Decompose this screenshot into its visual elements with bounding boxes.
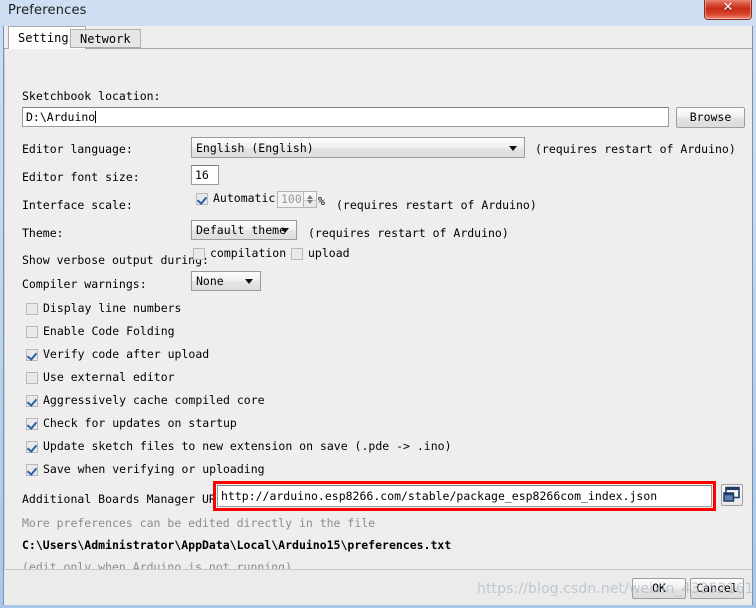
interface-scale-percent-stepper[interactable]: 100 <box>277 191 317 208</box>
sketchbook-location-label: Sketchbook location: <box>22 89 161 103</box>
cancel-button[interactable]: Cancel <box>690 578 744 599</box>
chevron-down-icon <box>281 228 289 233</box>
checkbox-box-icon <box>26 464 38 476</box>
checkbox-label: Enable Code Folding <box>43 324 175 338</box>
editor-language-value: English (English) <box>196 141 314 155</box>
interface-scale-automatic-label: Automatic <box>213 191 276 205</box>
close-icon: ✕ <box>722 0 734 15</box>
checkbox-box-icon <box>193 248 205 260</box>
stepper-up-icon[interactable] <box>307 195 313 199</box>
dialog-button-bar: OK Cancel <box>4 569 752 605</box>
editor-language-note: (requires restart of Arduino) <box>535 142 736 156</box>
checkbox-box-icon <box>26 349 38 361</box>
theme-value: Default theme <box>196 223 287 237</box>
preferences-window: Preferences ✕ Settings Network Sketchboo… <box>0 0 756 608</box>
close-button[interactable]: ✕ <box>704 0 752 20</box>
interface-scale-label: Interface scale: <box>22 198 133 212</box>
checkbox-box-icon <box>26 326 38 338</box>
checkbox-label: Verify code after upload <box>43 347 210 361</box>
checkbox-label: Update sketch files to new extension on … <box>43 439 452 453</box>
editor-font-size-input[interactable]: 16 <box>191 165 219 185</box>
settings-panel: Sketchbook location: D:\Arduino Browse E… <box>4 49 752 574</box>
compiler-warnings-value: None <box>196 274 224 288</box>
stepper-buttons[interactable] <box>303 192 316 207</box>
theme-label: Theme: <box>22 226 64 240</box>
theme-note: (requires restart of Arduino) <box>308 226 509 240</box>
verbose-compilation-label: compilation <box>210 246 287 260</box>
footer-line-1: More preferences can be edited directly … <box>22 516 376 530</box>
verbose-output-label: Show verbose output during: <box>22 253 209 267</box>
sketchbook-location-input[interactable]: D:\Arduino <box>22 107 669 127</box>
footer-preferences-path: C:\Users\Administrator\AppData\Local\Ard… <box>22 538 452 552</box>
compiler-warnings-select[interactable]: None <box>191 271 261 291</box>
checkbox-box-icon <box>26 395 38 407</box>
chevron-down-icon <box>509 145 517 151</box>
checkbox-box-icon <box>26 441 38 453</box>
window-edit-icon <box>723 486 740 502</box>
checkbox-box-icon <box>26 372 38 384</box>
checkbox-label: Save when verifying or uploading <box>43 462 265 476</box>
window-body: Settings Network Sketchbook location: D:… <box>3 26 753 605</box>
compiler-warnings-label: Compiler warnings: <box>22 277 147 291</box>
stepper-down-icon[interactable] <box>307 200 313 204</box>
sketchbook-location-value: D:\Arduino <box>26 110 96 124</box>
ok-button[interactable]: OK <box>632 578 686 599</box>
checkbox-label: Display line numbers <box>43 301 182 315</box>
text-caret <box>95 111 97 123</box>
checkbox-box-icon <box>26 418 38 430</box>
verbose-upload-label: upload <box>308 246 350 260</box>
checkbox-label: Check for updates on startup <box>43 416 237 430</box>
tab-network[interactable]: Network <box>70 29 141 48</box>
checkbox-box-icon <box>196 193 208 205</box>
interface-scale-note: (requires restart of Arduino) <box>336 198 537 212</box>
window-edit-icon-button[interactable] <box>721 484 743 506</box>
window-title: Preferences <box>8 3 87 18</box>
boards-manager-urls-input[interactable]: http://arduino.esp8266.com/stable/packag… <box>217 485 712 507</box>
chevron-down-icon <box>245 279 253 284</box>
title-bar: Preferences ✕ <box>0 0 756 26</box>
percent-symbol: % <box>318 194 325 208</box>
checkbox-label: Aggressively cache compiled core <box>43 393 265 407</box>
checkbox-label: Use external editor <box>43 370 175 384</box>
interface-scale-percent-value: 100 <box>281 192 302 206</box>
editor-font-size-label: Editor font size: <box>22 170 140 184</box>
checkbox-box-icon <box>291 248 303 260</box>
theme-select[interactable]: Default theme <box>191 220 297 240</box>
editor-language-select[interactable]: English (English) <box>191 137 525 158</box>
checkbox-box-icon <box>26 303 38 315</box>
editor-language-label: Editor language: <box>22 142 133 156</box>
boards-manager-urls-label: Additional Boards Manager URLs: <box>22 492 237 506</box>
browse-button[interactable]: Browse <box>676 107 745 128</box>
tab-strip: Settings Network <box>4 26 752 49</box>
